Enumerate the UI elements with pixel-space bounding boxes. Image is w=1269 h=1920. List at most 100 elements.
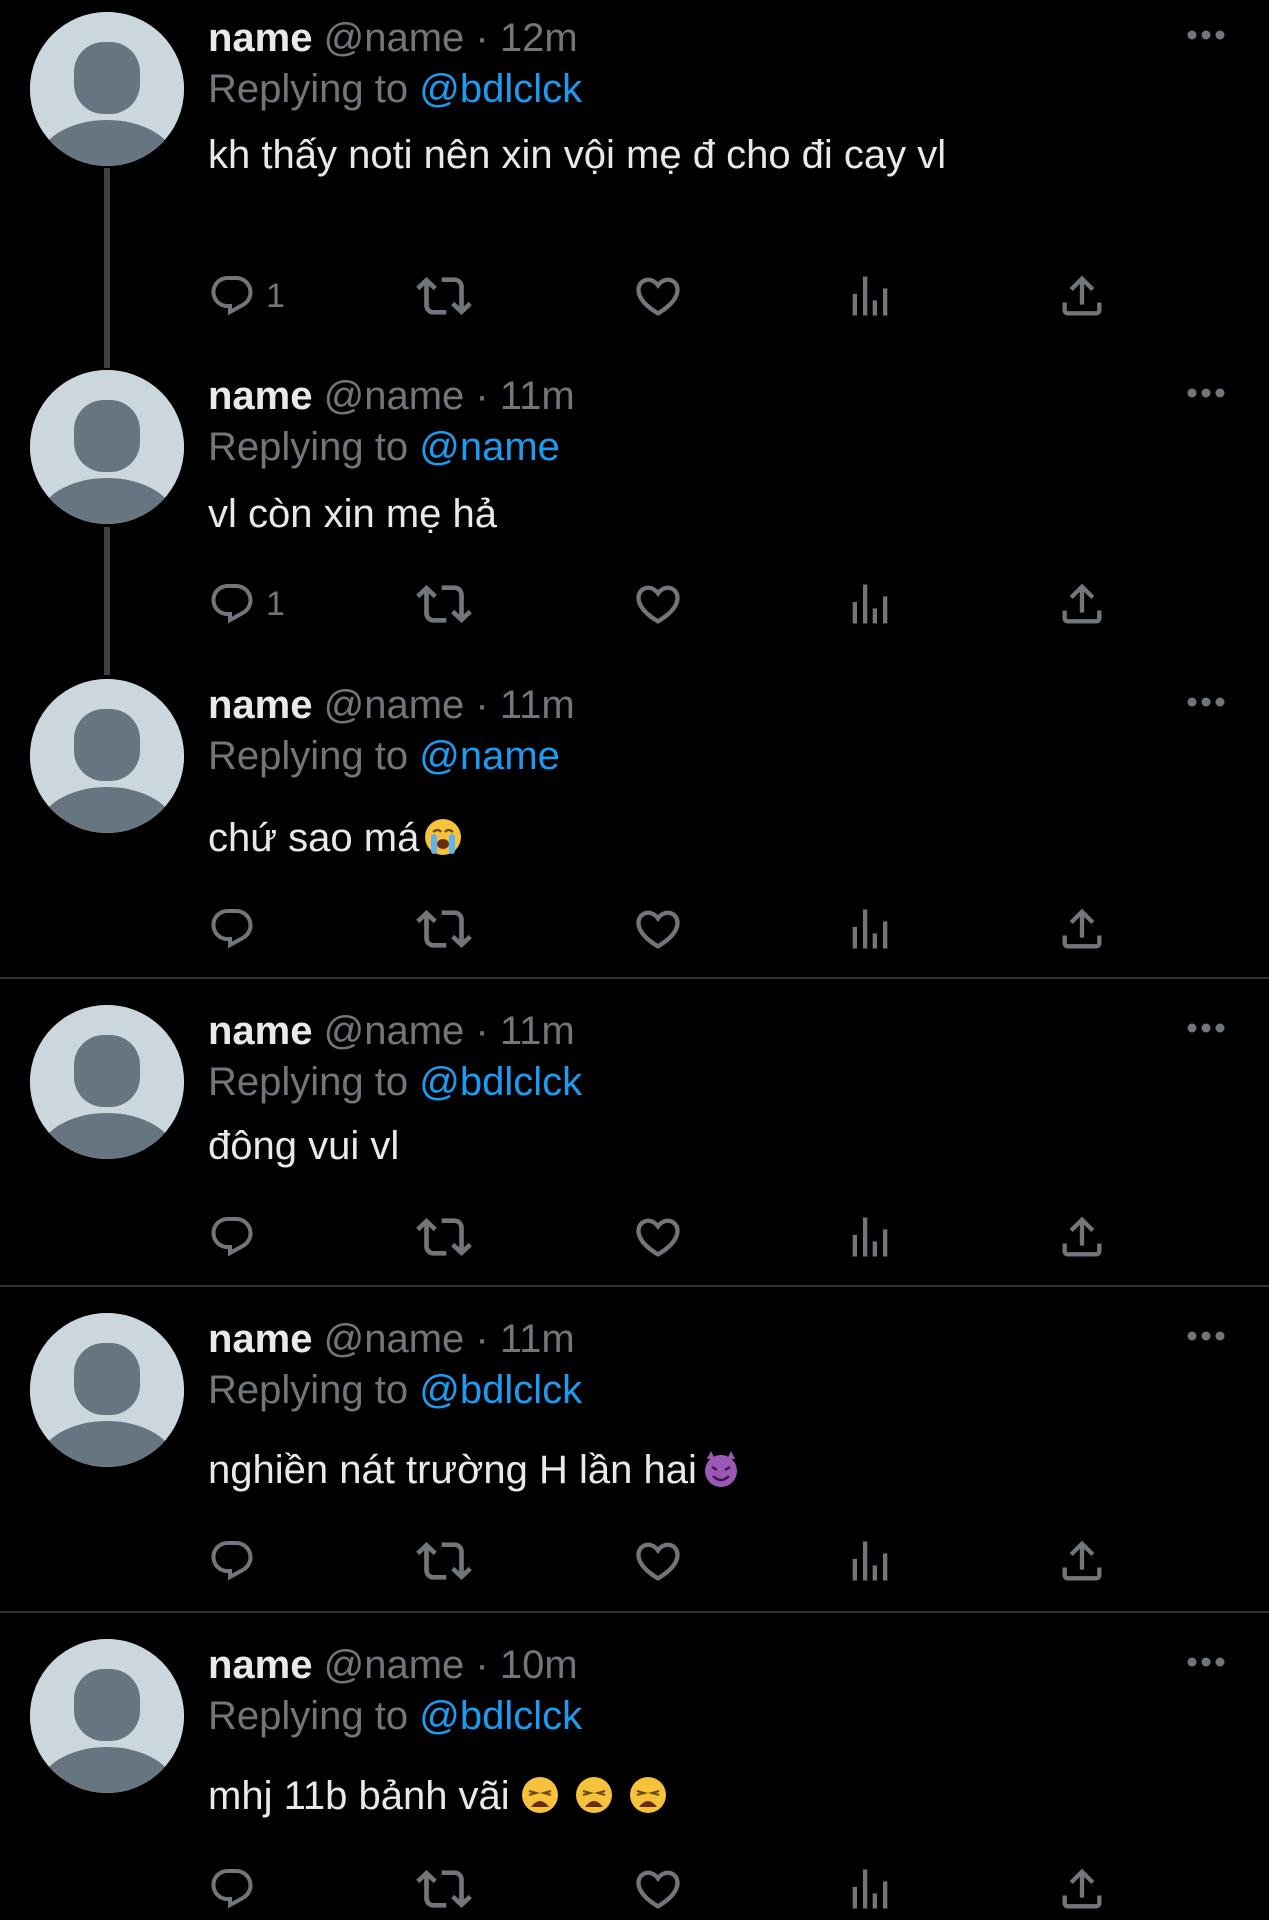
more-icon[interactable] <box>1186 1021 1226 1035</box>
share-button[interactable] <box>1056 268 1108 324</box>
views-button[interactable] <box>844 268 896 324</box>
reply-button[interactable] <box>208 1533 256 1589</box>
tweet[interactable]: name @name · 11m Replying to @bdlclck ng… <box>0 1301 1269 1611</box>
reply-button[interactable] <box>208 1209 256 1265</box>
timestamp[interactable]: 11m <box>500 374 575 418</box>
share-button[interactable] <box>1056 1533 1108 1589</box>
tweet-text-content: đông vui vl <box>208 1124 400 1168</box>
views-button[interactable] <box>844 1861 896 1917</box>
share-icon <box>1056 1535 1108 1587</box>
user-handle: @name <box>323 1009 465 1053</box>
reply-button[interactable]: 1 <box>208 576 285 632</box>
like-button[interactable] <box>632 901 684 957</box>
avatar[interactable] <box>30 1639 184 1793</box>
reply-button[interactable] <box>208 1861 256 1917</box>
retweet-icon <box>416 1861 472 1917</box>
retweet-button[interactable] <box>416 1861 472 1917</box>
tweet-actions <box>208 901 1168 957</box>
timestamp[interactable]: 11m <box>500 683 575 727</box>
reply-button[interactable]: 1 <box>208 268 285 324</box>
share-button[interactable] <box>1056 1861 1108 1917</box>
display-name[interactable]: name <box>208 1009 313 1053</box>
timestamp[interactable]: 12m <box>500 16 578 60</box>
tweet-header: name @name · 11m <box>208 1005 575 1057</box>
like-button[interactable] <box>632 268 684 324</box>
views-button[interactable] <box>844 1209 896 1265</box>
reply-icon <box>208 1537 256 1585</box>
mention-link[interactable]: @name <box>419 734 560 778</box>
tweet[interactable]: name @name · 11m Replying to @name vl cò… <box>0 358 1269 670</box>
replying-to: Replying to @bdlclck <box>208 1690 582 1742</box>
replying-to: Replying to @name <box>208 421 560 473</box>
separator: · <box>475 1009 489 1053</box>
share-button[interactable] <box>1056 1209 1108 1265</box>
reply-icon <box>208 272 256 320</box>
share-button[interactable] <box>1056 576 1108 632</box>
mention-link[interactable]: @bdlclck <box>419 1060 582 1104</box>
reply-icon <box>208 1213 256 1261</box>
more-icon[interactable] <box>1186 1329 1226 1343</box>
divider <box>0 977 1269 979</box>
separator: · <box>475 683 489 727</box>
avatar[interactable] <box>30 370 184 524</box>
display-name[interactable]: name <box>208 1643 313 1687</box>
tweet-text: nghiền nát trường H lần hai <box>208 1445 968 1496</box>
tweet[interactable]: name @name · 12m Replying to @bdlclck kh… <box>0 0 1269 360</box>
retweet-button[interactable] <box>416 576 472 632</box>
views-button[interactable] <box>844 901 896 957</box>
user-handle: @name <box>323 374 465 418</box>
mention-link[interactable]: @bdlclck <box>419 1368 582 1412</box>
timestamp[interactable]: 11m <box>500 1317 575 1361</box>
reply-count: 1 <box>266 276 285 315</box>
tweet[interactable]: name @name · 11m Replying to @bdlclck đô… <box>0 993 1269 1283</box>
display-name[interactable]: name <box>208 1317 313 1361</box>
more-icon[interactable] <box>1186 1655 1226 1669</box>
like-button[interactable] <box>632 576 684 632</box>
replying-label: Replying to <box>208 1694 409 1738</box>
reply-icon <box>208 905 256 953</box>
timestamp[interactable]: 10m <box>500 1643 578 1687</box>
display-name[interactable]: name <box>208 683 313 727</box>
avatar[interactable] <box>30 12 184 166</box>
views-button[interactable] <box>844 576 896 632</box>
like-button[interactable] <box>632 1209 684 1265</box>
more-icon[interactable] <box>1186 695 1226 709</box>
avatar[interactable] <box>30 1005 184 1159</box>
tweet[interactable]: name @name · 10m Replying to @bdlclck mh… <box>0 1627 1269 1920</box>
retweet-button[interactable] <box>416 901 472 957</box>
more-icon[interactable] <box>1186 386 1226 400</box>
views-button[interactable] <box>844 1533 896 1589</box>
share-button[interactable] <box>1056 901 1108 957</box>
more-icon[interactable] <box>1186 28 1226 42</box>
weary-face-emoji <box>521 1777 558 1813</box>
retweet-icon <box>416 1209 472 1265</box>
weary-face-emoji <box>629 1777 666 1813</box>
tweet-text-content: kh thấy noti nên xin vội mẹ đ cho đi cay… <box>208 133 947 177</box>
user-handle: @name <box>323 1643 465 1687</box>
retweet-button[interactable] <box>416 1533 472 1589</box>
replying-to: Replying to @bdlclck <box>208 63 582 115</box>
like-button[interactable] <box>632 1533 684 1589</box>
share-icon <box>1056 1211 1108 1263</box>
avatar[interactable] <box>30 679 184 833</box>
mention-link[interactable]: @bdlclck <box>419 1694 582 1738</box>
retweet-button[interactable] <box>416 268 472 324</box>
mention-link[interactable]: @name <box>419 425 560 469</box>
like-icon <box>632 270 684 322</box>
avatar[interactable] <box>30 1313 184 1467</box>
retweet-icon <box>416 576 472 632</box>
divider <box>0 1611 1269 1613</box>
mention-link[interactable]: @bdlclck <box>419 67 582 111</box>
loudly-crying-face-emoji <box>425 819 462 855</box>
retweet-button[interactable] <box>416 1209 472 1265</box>
tweet[interactable]: name @name · 11m Replying to @name chứ s… <box>0 667 1269 977</box>
share-icon <box>1056 1863 1108 1915</box>
separator: · <box>475 374 489 418</box>
display-name[interactable]: name <box>208 374 313 418</box>
timestamp[interactable]: 11m <box>500 1009 575 1053</box>
like-button[interactable] <box>632 1861 684 1917</box>
retweet-icon <box>416 1533 472 1589</box>
reply-button[interactable] <box>208 901 256 957</box>
divider <box>0 1285 1269 1287</box>
display-name[interactable]: name <box>208 16 313 60</box>
